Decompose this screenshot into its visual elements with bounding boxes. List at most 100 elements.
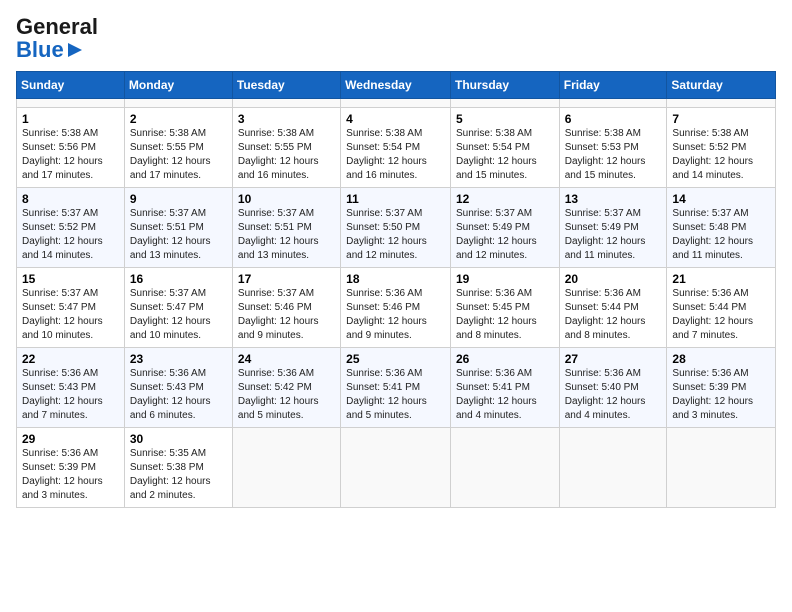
calendar-cell: 1Sunrise: 5:38 AMSunset: 5:56 PMDaylight… xyxy=(17,108,125,188)
day-number: 20 xyxy=(565,272,662,286)
calendar-cell: 21Sunrise: 5:36 AMSunset: 5:44 PMDayligh… xyxy=(667,268,776,348)
calendar-week-row: 15Sunrise: 5:37 AMSunset: 5:47 PMDayligh… xyxy=(17,268,776,348)
logo: General Blue xyxy=(16,16,98,61)
calendar-cell: 22Sunrise: 5:36 AMSunset: 5:43 PMDayligh… xyxy=(17,348,125,428)
calendar-cell: 30Sunrise: 5:35 AMSunset: 5:38 PMDayligh… xyxy=(124,428,232,508)
page-header: General Blue xyxy=(16,16,776,61)
day-info: Sunrise: 5:37 AMSunset: 5:51 PMDaylight:… xyxy=(238,207,335,263)
weekday-header-saturday: Saturday xyxy=(667,72,776,99)
calendar-cell xyxy=(17,99,125,108)
calendar-cell xyxy=(341,428,451,508)
day-number: 15 xyxy=(22,272,119,286)
calendar-cell: 29Sunrise: 5:36 AMSunset: 5:39 PMDayligh… xyxy=(17,428,125,508)
day-number: 22 xyxy=(22,352,119,366)
calendar-cell: 19Sunrise: 5:36 AMSunset: 5:45 PMDayligh… xyxy=(450,268,559,348)
day-number: 30 xyxy=(130,432,227,446)
day-info: Sunrise: 5:38 AMSunset: 5:52 PMDaylight:… xyxy=(672,127,770,183)
day-number: 27 xyxy=(565,352,662,366)
day-info: Sunrise: 5:36 AMSunset: 5:39 PMDaylight:… xyxy=(22,447,119,503)
day-number: 18 xyxy=(346,272,445,286)
calendar-cell: 2Sunrise: 5:38 AMSunset: 5:55 PMDaylight… xyxy=(124,108,232,188)
day-info: Sunrise: 5:38 AMSunset: 5:55 PMDaylight:… xyxy=(130,127,227,183)
day-number: 7 xyxy=(672,112,770,126)
day-number: 1 xyxy=(22,112,119,126)
calendar-cell: 24Sunrise: 5:36 AMSunset: 5:42 PMDayligh… xyxy=(232,348,340,428)
weekday-header-row: SundayMondayTuesdayWednesdayThursdayFrid… xyxy=(17,72,776,99)
calendar-cell: 9Sunrise: 5:37 AMSunset: 5:51 PMDaylight… xyxy=(124,188,232,268)
day-number: 29 xyxy=(22,432,119,446)
calendar-cell xyxy=(341,99,451,108)
day-number: 5 xyxy=(456,112,554,126)
logo-text-blue: Blue xyxy=(16,39,64,61)
calendar-cell xyxy=(232,428,340,508)
day-info: Sunrise: 5:38 AMSunset: 5:53 PMDaylight:… xyxy=(565,127,662,183)
day-info: Sunrise: 5:36 AMSunset: 5:42 PMDaylight:… xyxy=(238,367,335,423)
calendar-week-row: 1Sunrise: 5:38 AMSunset: 5:56 PMDaylight… xyxy=(17,108,776,188)
day-info: Sunrise: 5:37 AMSunset: 5:47 PMDaylight:… xyxy=(130,287,227,343)
calendar-cell: 15Sunrise: 5:37 AMSunset: 5:47 PMDayligh… xyxy=(17,268,125,348)
calendar-cell xyxy=(667,99,776,108)
day-number: 24 xyxy=(238,352,335,366)
weekday-header-friday: Friday xyxy=(559,72,667,99)
calendar-table: SundayMondayTuesdayWednesdayThursdayFrid… xyxy=(16,71,776,508)
day-info: Sunrise: 5:37 AMSunset: 5:51 PMDaylight:… xyxy=(130,207,227,263)
calendar-week-row: 29Sunrise: 5:36 AMSunset: 5:39 PMDayligh… xyxy=(17,428,776,508)
calendar-cell xyxy=(450,99,559,108)
day-number: 17 xyxy=(238,272,335,286)
day-number: 9 xyxy=(130,192,227,206)
calendar-cell: 5Sunrise: 5:38 AMSunset: 5:54 PMDaylight… xyxy=(450,108,559,188)
day-number: 13 xyxy=(565,192,662,206)
day-number: 21 xyxy=(672,272,770,286)
day-info: Sunrise: 5:36 AMSunset: 5:41 PMDaylight:… xyxy=(346,367,445,423)
calendar-cell: 7Sunrise: 5:38 AMSunset: 5:52 PMDaylight… xyxy=(667,108,776,188)
day-info: Sunrise: 5:37 AMSunset: 5:48 PMDaylight:… xyxy=(672,207,770,263)
day-number: 16 xyxy=(130,272,227,286)
calendar-cell: 4Sunrise: 5:38 AMSunset: 5:54 PMDaylight… xyxy=(341,108,451,188)
weekday-header-wednesday: Wednesday xyxy=(341,72,451,99)
calendar-cell: 20Sunrise: 5:36 AMSunset: 5:44 PMDayligh… xyxy=(559,268,667,348)
logo-arrow-icon xyxy=(66,41,84,59)
day-info: Sunrise: 5:36 AMSunset: 5:46 PMDaylight:… xyxy=(346,287,445,343)
day-info: Sunrise: 5:36 AMSunset: 5:45 PMDaylight:… xyxy=(456,287,554,343)
day-number: 28 xyxy=(672,352,770,366)
calendar-cell xyxy=(667,428,776,508)
logo-text-general: General xyxy=(16,14,98,39)
day-info: Sunrise: 5:38 AMSunset: 5:54 PMDaylight:… xyxy=(346,127,445,183)
calendar-cell xyxy=(232,99,340,108)
day-info: Sunrise: 5:37 AMSunset: 5:47 PMDaylight:… xyxy=(22,287,119,343)
weekday-header-monday: Monday xyxy=(124,72,232,99)
calendar-cell: 25Sunrise: 5:36 AMSunset: 5:41 PMDayligh… xyxy=(341,348,451,428)
day-number: 4 xyxy=(346,112,445,126)
day-number: 10 xyxy=(238,192,335,206)
calendar-cell: 28Sunrise: 5:36 AMSunset: 5:39 PMDayligh… xyxy=(667,348,776,428)
day-number: 12 xyxy=(456,192,554,206)
calendar-cell: 3Sunrise: 5:38 AMSunset: 5:55 PMDaylight… xyxy=(232,108,340,188)
day-number: 26 xyxy=(456,352,554,366)
day-number: 3 xyxy=(238,112,335,126)
day-info: Sunrise: 5:38 AMSunset: 5:56 PMDaylight:… xyxy=(22,127,119,183)
day-info: Sunrise: 5:37 AMSunset: 5:50 PMDaylight:… xyxy=(346,207,445,263)
day-info: Sunrise: 5:36 AMSunset: 5:40 PMDaylight:… xyxy=(565,367,662,423)
calendar-cell: 8Sunrise: 5:37 AMSunset: 5:52 PMDaylight… xyxy=(17,188,125,268)
day-info: Sunrise: 5:37 AMSunset: 5:49 PMDaylight:… xyxy=(565,207,662,263)
calendar-cell: 26Sunrise: 5:36 AMSunset: 5:41 PMDayligh… xyxy=(450,348,559,428)
calendar-cell: 18Sunrise: 5:36 AMSunset: 5:46 PMDayligh… xyxy=(341,268,451,348)
day-number: 23 xyxy=(130,352,227,366)
day-info: Sunrise: 5:38 AMSunset: 5:55 PMDaylight:… xyxy=(238,127,335,183)
day-info: Sunrise: 5:36 AMSunset: 5:43 PMDaylight:… xyxy=(130,367,227,423)
calendar-cell: 11Sunrise: 5:37 AMSunset: 5:50 PMDayligh… xyxy=(341,188,451,268)
weekday-header-thursday: Thursday xyxy=(450,72,559,99)
calendar-cell xyxy=(559,428,667,508)
day-number: 8 xyxy=(22,192,119,206)
day-number: 25 xyxy=(346,352,445,366)
calendar-cell: 14Sunrise: 5:37 AMSunset: 5:48 PMDayligh… xyxy=(667,188,776,268)
day-info: Sunrise: 5:36 AMSunset: 5:39 PMDaylight:… xyxy=(672,367,770,423)
calendar-week-row xyxy=(17,99,776,108)
calendar-cell: 13Sunrise: 5:37 AMSunset: 5:49 PMDayligh… xyxy=(559,188,667,268)
day-info: Sunrise: 5:35 AMSunset: 5:38 PMDaylight:… xyxy=(130,447,227,503)
weekday-header-tuesday: Tuesday xyxy=(232,72,340,99)
calendar-cell: 6Sunrise: 5:38 AMSunset: 5:53 PMDaylight… xyxy=(559,108,667,188)
day-info: Sunrise: 5:37 AMSunset: 5:46 PMDaylight:… xyxy=(238,287,335,343)
calendar-cell: 17Sunrise: 5:37 AMSunset: 5:46 PMDayligh… xyxy=(232,268,340,348)
day-info: Sunrise: 5:37 AMSunset: 5:52 PMDaylight:… xyxy=(22,207,119,263)
